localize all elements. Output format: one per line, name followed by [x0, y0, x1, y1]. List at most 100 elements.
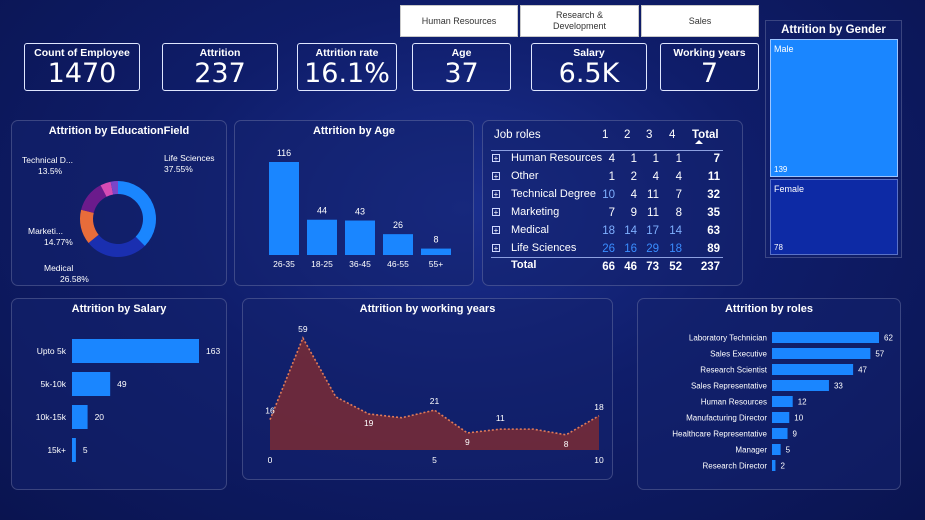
kpi-value: 37: [444, 58, 479, 89]
slicer-sales[interactable]: Sales: [641, 5, 759, 37]
education-panel: Attrition by EducationField Life Science…: [11, 120, 227, 286]
matrix-grand-total: 237: [700, 261, 720, 273]
expand-plus-icon[interactable]: +: [492, 226, 500, 235]
gender-male-value: 139: [774, 165, 788, 174]
kpi-value: 7: [700, 58, 719, 89]
roles-bar: [772, 332, 879, 343]
salary-tick-label: 15k+: [47, 445, 66, 455]
matrix-col-header: 3: [646, 129, 653, 141]
matrix-row-label[interactable]: Medical: [511, 224, 549, 236]
roles-bar: [772, 380, 829, 391]
working-years-data-label: 11: [496, 413, 505, 423]
kpi-count-of-employee: Count of Employee 1470: [24, 43, 140, 91]
matrix-cell: 4: [630, 189, 637, 201]
salary-bar-chart: Upto 5k 163 5k-10k 49 10k-15k 20 15k+ 5: [36, 339, 220, 462]
working-years-data-label: 16: [265, 406, 275, 416]
salary-bar: [72, 339, 199, 363]
roles-bar: [772, 364, 854, 375]
matrix-cell: 18: [602, 225, 615, 237]
matrix-row-label[interactable]: Life Sciences: [511, 242, 576, 254]
age-tick-label: 55+: [429, 259, 443, 269]
matrix-cell: 4: [675, 171, 682, 183]
roles-bar-chart: Laboratory Technician 62 Sales Executive 57…: [672, 332, 893, 471]
roles-tick-label: Human Resources: [701, 398, 767, 407]
donut-percent-label: 26.58%: [60, 274, 89, 284]
age-data-label: 116: [277, 148, 291, 158]
chart-title: Attrition by Gender: [781, 24, 886, 36]
working-years-tick-label: 10: [594, 455, 604, 465]
matrix-row-label[interactable]: Technical Degree: [511, 188, 596, 200]
gender-female-block[interactable]: Female 78: [770, 179, 898, 255]
matrix-header-label: Job roles: [494, 129, 541, 141]
donut-label: Medical: [44, 263, 73, 273]
education-donut-chart: Life Sciences37.55% Medical26.58% Marketi.…: [22, 153, 215, 284]
roles-tick-label: Manufacturing Director: [686, 414, 767, 423]
matrix-cell: 16: [624, 243, 637, 255]
expand-plus-icon[interactable]: +: [492, 244, 500, 253]
age-bar: [269, 162, 299, 255]
matrix-row-total: 35: [707, 207, 720, 219]
job-roles-matrix: Job roles 1 2 3 4 Total + Human Resources…: [482, 120, 743, 286]
expand-plus-icon[interactable]: +: [492, 190, 500, 199]
age-tick-label: 36-45: [349, 259, 371, 269]
matrix-row-total: 11: [707, 171, 720, 183]
expand-plus-icon[interactable]: +: [492, 154, 500, 163]
matrix-cell: 1: [652, 153, 659, 165]
donut-slice: [88, 234, 145, 257]
matrix-cell: 11: [647, 189, 659, 201]
roles-bar: [772, 396, 793, 407]
working-years-data-label: 18: [594, 402, 604, 412]
matrix-row-label[interactable]: Human Resources: [511, 152, 602, 164]
matrix-total-label: Total: [511, 259, 537, 271]
kpi-value: 237: [194, 58, 246, 89]
salary-bar: [72, 438, 76, 462]
kpi-attrition: Attrition 237: [162, 43, 278, 91]
salary-data-label: 20: [95, 412, 105, 422]
gender-male-label: Male: [774, 44, 794, 54]
expand-plus-icon[interactable]: +: [492, 208, 500, 217]
matrix-col-header: 4: [669, 129, 676, 141]
kpi-salary: Salary 6.5K: [531, 43, 647, 91]
matrix-grand-total: 46: [624, 261, 637, 273]
salary-panel: Attrition by Salary Upto 5k 163 5k-10k 49 10…: [11, 298, 227, 490]
gender-male-block[interactable]: Male 139: [770, 39, 898, 177]
slicer-research-development[interactable]: Research & Development: [520, 5, 639, 37]
roles-tick-label: Manager: [735, 446, 767, 455]
age-data-label: 44: [317, 206, 327, 216]
sort-ascending-icon[interactable]: [695, 140, 703, 144]
matrix-cell: 14: [624, 225, 637, 237]
roles-data-label: 33: [834, 382, 843, 391]
salary-tick-label: 10k-15k: [36, 412, 67, 422]
working-years-area-chart: 16 59 19 21 9 11 8 18 0 5 10: [265, 324, 604, 465]
age-bar: [421, 248, 451, 255]
working-years-tick-label: 0: [268, 455, 273, 465]
matrix-cell: 11: [647, 207, 659, 219]
matrix-row-label[interactable]: Marketing: [511, 206, 559, 218]
gender-female-label: Female: [774, 184, 805, 194]
age-tick-label: 26-35: [273, 259, 295, 269]
roles-data-label: 62: [884, 334, 893, 343]
age-bar-chart: 116 26-35 44 18-25 43 36-45 26 46-55 8 55+: [269, 148, 451, 269]
expand-plus-icon[interactable]: +: [492, 172, 500, 181]
salary-tick-label: Upto 5k: [37, 346, 67, 356]
donut-label: Technical D...: [22, 155, 73, 165]
donut-slice: [118, 181, 156, 246]
matrix-cell: 7: [675, 189, 682, 201]
matrix-cell: 1: [675, 153, 682, 165]
roles-bar: [772, 444, 781, 455]
matrix-cell: 1: [608, 171, 615, 183]
slicer-human-resources[interactable]: Human Resources: [400, 5, 518, 37]
matrix-cell: 1: [630, 153, 637, 165]
age-bar: [345, 220, 375, 255]
matrix-cell: 17: [646, 225, 659, 237]
matrix-cell: 14: [669, 225, 682, 237]
working-years-area: [270, 338, 599, 450]
kpi-working-years: Working years 7: [660, 43, 759, 91]
donut-percent-label: 13.5%: [38, 166, 63, 176]
matrix-cell: 4: [608, 153, 615, 165]
matrix-row-label[interactable]: Other: [511, 170, 539, 182]
roles-data-label: 9: [793, 430, 798, 439]
donut-percent-label: 14.77%: [44, 237, 73, 247]
roles-data-label: 5: [786, 446, 791, 455]
roles-bar: [772, 460, 776, 471]
